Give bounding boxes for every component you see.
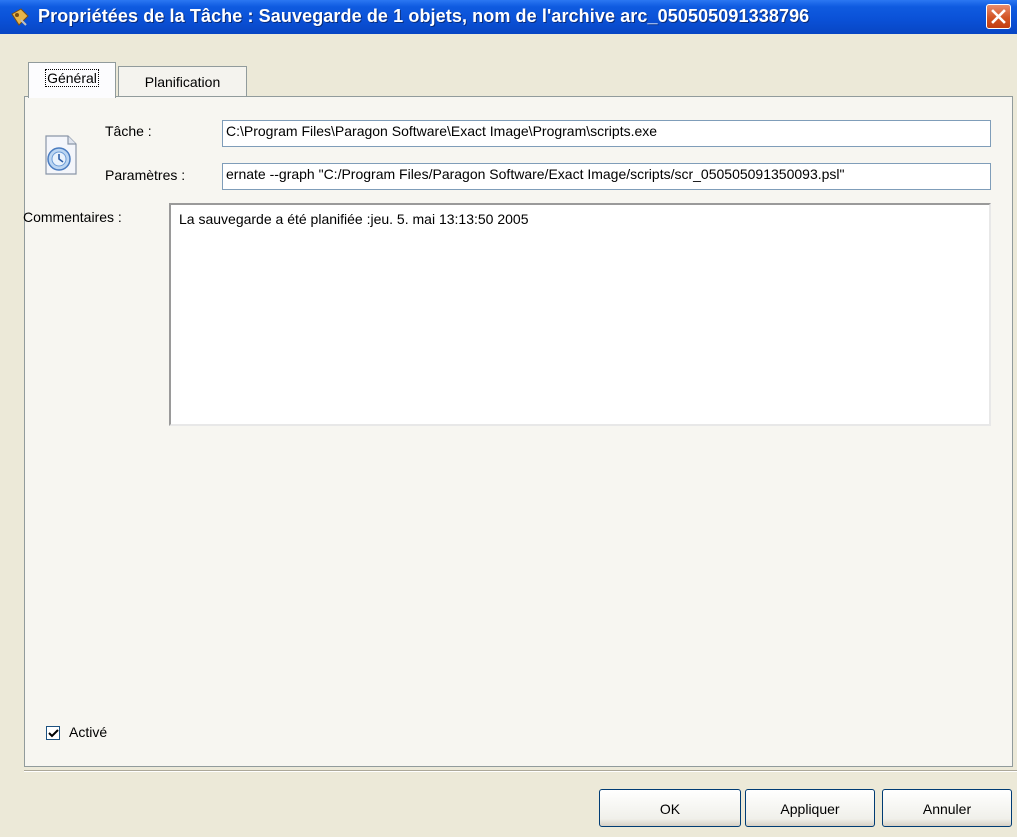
title-bar[interactable]: Propriétées de la Tâche : Sauvegarde de … <box>0 0 1017 34</box>
checkmark-icon <box>48 729 59 738</box>
close-icon <box>991 9 1006 24</box>
apply-button[interactable]: Appliquer <box>745 789 875 827</box>
task-label: Tâche : <box>105 123 152 139</box>
params-label: Paramètres : <box>105 167 186 183</box>
close-button[interactable] <box>986 4 1011 29</box>
enabled-label: Activé <box>69 724 108 740</box>
general-panel: Tâche : C:\Program Files\Paragon Softwar… <box>23 96 1013 767</box>
comments-field[interactable]: La sauvegarde a été planifiée :jeu. 5. m… <box>169 203 991 426</box>
params-field[interactable]: ernate --graph "C:/Program Files/Paragon… <box>222 163 991 190</box>
comments-label: Commentaires : <box>23 209 122 225</box>
cancel-button[interactable]: Annuler <box>882 789 1012 827</box>
task-field[interactable]: C:\Program Files\Paragon Software\Exact … <box>222 120 991 147</box>
scheduled-task-icon <box>42 134 80 176</box>
separator-highlight <box>24 771 1017 772</box>
tab-general-label: Général <box>45 69 99 87</box>
enabled-checkbox[interactable] <box>46 726 60 740</box>
window-title: Propriétées de la Tâche : Sauvegarde de … <box>38 6 810 26</box>
tab-planification[interactable]: Planification <box>118 66 247 97</box>
ok-button[interactable]: OK <box>599 789 741 827</box>
task-properties-icon <box>9 6 31 28</box>
tab-general[interactable]: Général <box>28 62 116 98</box>
tab-planification-label: Planification <box>144 74 221 90</box>
